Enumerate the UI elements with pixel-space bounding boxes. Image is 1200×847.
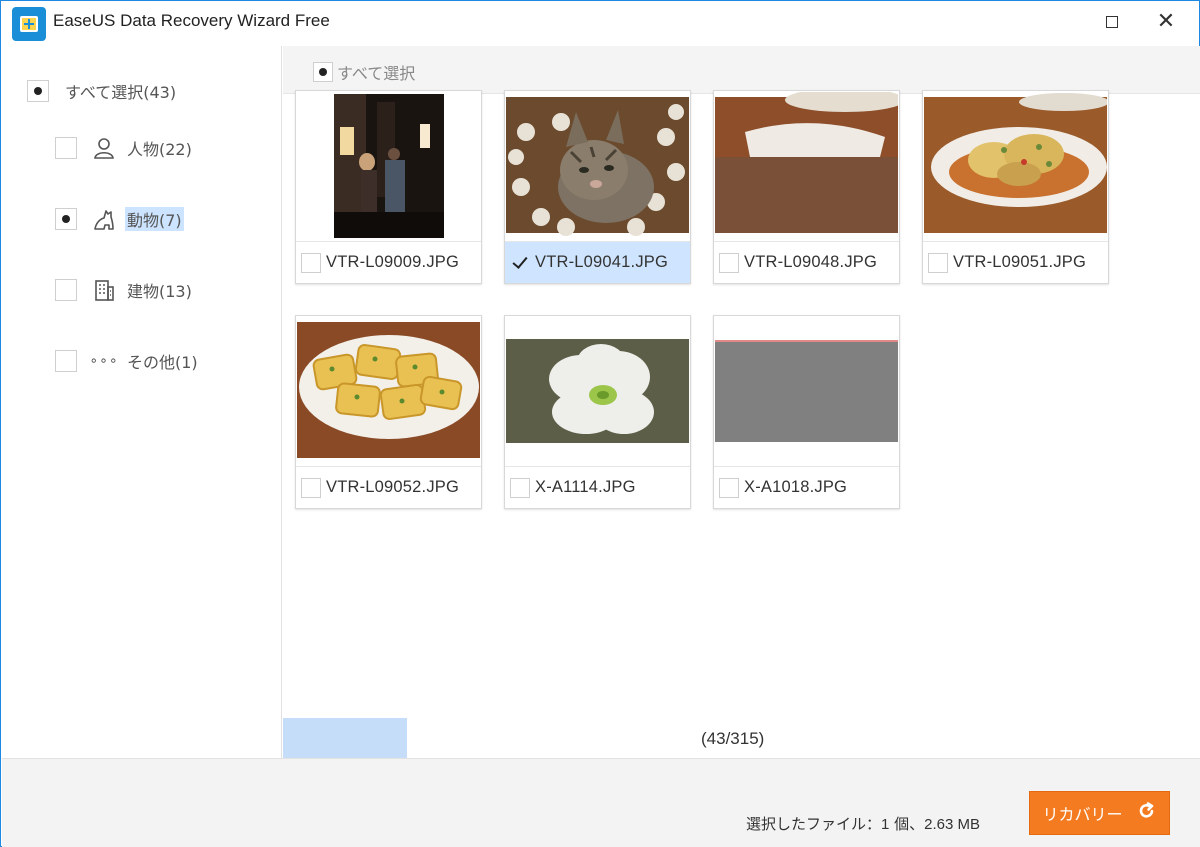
category-buildings-checkbox[interactable] xyxy=(55,279,77,301)
file-card-footer: VTR-L09048.JPG xyxy=(714,241,899,283)
file-card[interactable]: X-A1114.JPG xyxy=(504,315,691,509)
partial-food-thumbnail xyxy=(715,92,898,238)
maximize-button[interactable] xyxy=(1097,9,1127,35)
file-checkbox[interactable] xyxy=(928,252,948,273)
file-grid-panel: すべて選択 VTR-L09009.JPG VTR-L09041.JPG VTR-… xyxy=(283,46,1200,758)
recover-button[interactable]: リカバリー xyxy=(1029,791,1170,835)
file-checkbox[interactable] xyxy=(510,253,530,273)
building-icon xyxy=(91,277,117,303)
category-animals-label: 動物(7) xyxy=(125,207,184,231)
file-card[interactable]: VTR-L09051.JPG xyxy=(922,90,1109,284)
file-checkbox[interactable] xyxy=(301,252,321,273)
night-street-thumbnail xyxy=(297,92,480,238)
selection-size: 2.63 MB xyxy=(924,816,981,833)
category-buildings[interactable]: 建物(13) xyxy=(55,277,194,303)
file-name: X-A1018.JPG xyxy=(744,478,848,496)
more-dots-icon: ∘∘∘ xyxy=(89,353,119,369)
cat-thumbnail xyxy=(506,92,689,238)
file-card[interactable]: VTR-L09009.JPG xyxy=(295,90,482,284)
category-animals[interactable]: 動物(7) xyxy=(55,206,184,232)
file-card[interactable]: X-A1018.JPG xyxy=(713,315,900,509)
file-card-footer: VTR-L09051.JPG xyxy=(923,241,1108,283)
file-name: VTR-L09051.JPG xyxy=(953,253,1087,271)
gray-corrupted-thumbnail xyxy=(715,317,898,463)
close-button[interactable]: ✕ xyxy=(1151,9,1181,35)
app-window: EaseUS Data Recovery Wizard Free ✕ すべて選択… xyxy=(0,0,1200,847)
file-name: VTR-L09041.JPG xyxy=(535,253,669,271)
category-people-checkbox[interactable] xyxy=(55,137,77,159)
category-buildings-label: 建物(13) xyxy=(127,282,192,301)
grid-select-all-checkbox[interactable] xyxy=(313,62,333,82)
fried-food-thumbnail xyxy=(924,92,1107,238)
animal-icon xyxy=(91,206,117,232)
white-flower-thumbnail xyxy=(506,317,689,463)
person-icon xyxy=(91,135,117,161)
category-animals-checkbox[interactable] xyxy=(55,208,77,230)
category-sidebar: すべて選択(43) 人物(22) 動物(7) 建物(13) ∘∘∘ その他(1) xyxy=(2,46,282,758)
category-people[interactable]: 人物(22) xyxy=(55,135,194,161)
file-card-footer: X-A1018.JPG xyxy=(714,466,899,508)
selection-status-unit: 個、 xyxy=(889,815,925,833)
select-all-checkbox[interactable] xyxy=(27,80,49,102)
scan-progress-bar xyxy=(283,718,407,758)
selection-status-prefix: 選択したファイル： xyxy=(746,815,882,833)
sidebar-select-all[interactable]: すべて選択(43) xyxy=(27,79,176,103)
refresh-icon xyxy=(1137,801,1157,825)
file-card-footer: X-A1114.JPG xyxy=(505,466,690,508)
file-card[interactable]: VTR-L09041.JPG xyxy=(504,90,691,284)
selection-status: 選択したファイル：1 個、2.63 MB xyxy=(746,813,980,834)
file-card-footer: VTR-L09052.JPG xyxy=(296,466,481,508)
file-card[interactable]: VTR-L09052.JPG xyxy=(295,315,482,509)
grid-select-all[interactable]: すべて選択 xyxy=(313,60,415,84)
omelette-thumbnail xyxy=(297,317,480,463)
close-icon: ✕ xyxy=(1156,9,1176,34)
file-name: VTR-L09048.JPG xyxy=(744,253,878,271)
window-title: EaseUS Data Recovery Wizard Free xyxy=(53,11,330,30)
maximize-icon xyxy=(1106,16,1118,28)
category-other[interactable]: ∘∘∘ その他(1) xyxy=(55,348,200,374)
file-card[interactable]: VTR-L09048.JPG xyxy=(713,90,900,284)
file-checkbox[interactable] xyxy=(719,477,739,498)
grid-header: すべて選択 xyxy=(283,46,1200,94)
file-name: VTR-L09009.JPG xyxy=(326,253,460,271)
file-name: VTR-L09052.JPG xyxy=(326,478,460,496)
easeus-logo-icon xyxy=(12,7,46,41)
file-checkbox[interactable] xyxy=(301,477,321,498)
category-people-label: 人物(22) xyxy=(127,140,192,159)
grid-select-all-label: すべて選択 xyxy=(337,64,416,83)
file-counter: (43/315) xyxy=(701,729,765,748)
title-bar: EaseUS Data Recovery Wizard Free ✕ xyxy=(1,1,1199,45)
category-other-checkbox[interactable] xyxy=(55,350,77,372)
file-card-footer: VTR-L09041.JPG xyxy=(505,241,690,283)
bottom-bar: 選択したファイル：1 個、2.63 MB リカバリー xyxy=(2,758,1200,847)
file-checkbox[interactable] xyxy=(719,252,739,273)
select-all-label: すべて選択(43) xyxy=(65,83,177,102)
file-name: X-A1114.JPG xyxy=(535,478,636,496)
file-card-footer: VTR-L09009.JPG xyxy=(296,241,481,283)
file-checkbox[interactable] xyxy=(510,477,530,498)
category-other-label: その他(1) xyxy=(127,353,198,372)
recover-button-label: リカバリー xyxy=(1042,805,1123,824)
